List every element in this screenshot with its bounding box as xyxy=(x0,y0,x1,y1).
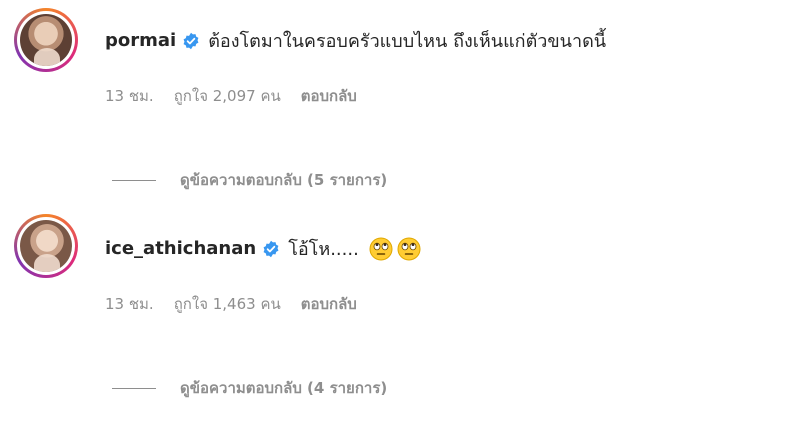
view-replies-label: ดูข้อความตอบกลับ (4 รายการ) xyxy=(180,379,388,397)
username[interactable]: ice_athichanan xyxy=(105,238,256,259)
divider-line xyxy=(112,387,156,389)
rolling-eyes-emoji-icon xyxy=(397,237,421,260)
view-replies-button[interactable]: ดูข้อความตอบกลับ (4 รายการ) xyxy=(112,376,387,400)
reply-button[interactable]: ตอบกลับ xyxy=(301,292,357,316)
avatar-photo xyxy=(20,14,72,66)
verified-badge-icon xyxy=(263,240,279,257)
rolling-eyes-emoji-icon xyxy=(369,237,393,260)
comment-text: โอ้โห..... xyxy=(288,239,359,260)
comment-text: ต้องโตมาในครอบครัวแบบไหน ถึงเห็นแก่ตัวขน… xyxy=(208,31,607,52)
timestamp[interactable]: 13 ชม. xyxy=(105,292,154,316)
avatar[interactable] xyxy=(14,8,78,72)
likes-count[interactable]: ถูกใจ 2,097 คน xyxy=(174,84,281,108)
view-replies-label: ดูข้อความตอบกลับ (5 รายการ) xyxy=(180,171,388,189)
username[interactable]: pormai xyxy=(105,30,176,51)
verified-badge-icon xyxy=(183,32,199,49)
divider-line xyxy=(112,179,156,181)
reply-button[interactable]: ตอบกลับ xyxy=(301,84,357,108)
likes-count[interactable]: ถูกใจ 1,463 คน xyxy=(174,292,281,316)
avatar[interactable] xyxy=(14,214,78,278)
timestamp[interactable]: 13 ชม. xyxy=(105,84,154,108)
avatar-photo xyxy=(20,220,72,272)
view-replies-button[interactable]: ดูข้อความตอบกลับ (5 รายการ) xyxy=(112,168,387,192)
